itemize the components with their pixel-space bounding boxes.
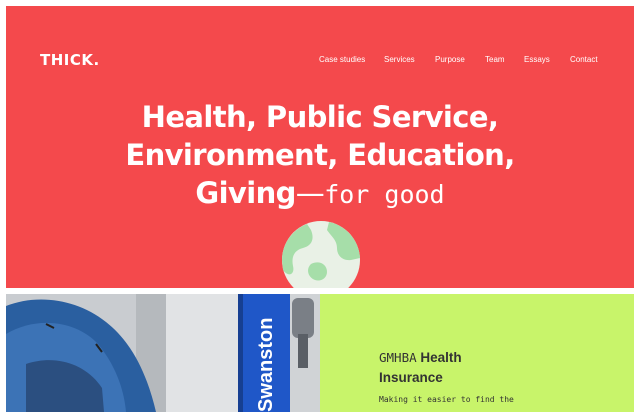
hero-section: THICK. Case studies Services Purpose Tea… bbox=[6, 6, 634, 288]
headline-giving: Giving bbox=[195, 176, 296, 210]
nav-item-services[interactable]: Services bbox=[384, 55, 415, 64]
nav-item-purpose[interactable]: Purpose bbox=[435, 55, 465, 64]
case-study-title-bold-2: Insurance bbox=[379, 370, 443, 385]
case-study-title-bold-1: Health bbox=[420, 350, 462, 365]
case-study-client: GMHBA bbox=[379, 350, 417, 365]
feature-photo[interactable]: Swanston bbox=[6, 294, 320, 412]
case-study-excerpt: Making it easier to find the bbox=[379, 395, 514, 404]
headline-dash: — bbox=[295, 176, 325, 210]
nav-item-essays[interactable]: Essays bbox=[524, 55, 550, 64]
headline-line-1: Health, Public Service, bbox=[141, 100, 499, 134]
nav-item-team[interactable]: Team bbox=[485, 55, 505, 64]
headline-line-3: Giving—for good bbox=[6, 174, 634, 214]
main-nav: Case studies Services Purpose Team Essay… bbox=[319, 55, 598, 69]
brand-logo[interactable]: THICK. bbox=[40, 51, 100, 69]
case-study-title[interactable]: GMHBA Health Insurance bbox=[379, 348, 579, 388]
street-sign-text: Swanston bbox=[255, 318, 277, 412]
case-study-card[interactable]: GMHBA Health Insurance Making it easier … bbox=[320, 294, 634, 412]
nav-item-contact[interactable]: Contact bbox=[570, 55, 598, 64]
globe-icon bbox=[282, 221, 360, 288]
street-photo-image: Swanston bbox=[6, 294, 320, 412]
nav-item-case-studies[interactable]: Case studies bbox=[319, 55, 365, 64]
headline-for-good: for good bbox=[324, 180, 445, 209]
hero-headline: Health, Public Service, Environment, Edu… bbox=[6, 98, 634, 214]
headline-line-2: Environment, Education, bbox=[125, 138, 515, 172]
